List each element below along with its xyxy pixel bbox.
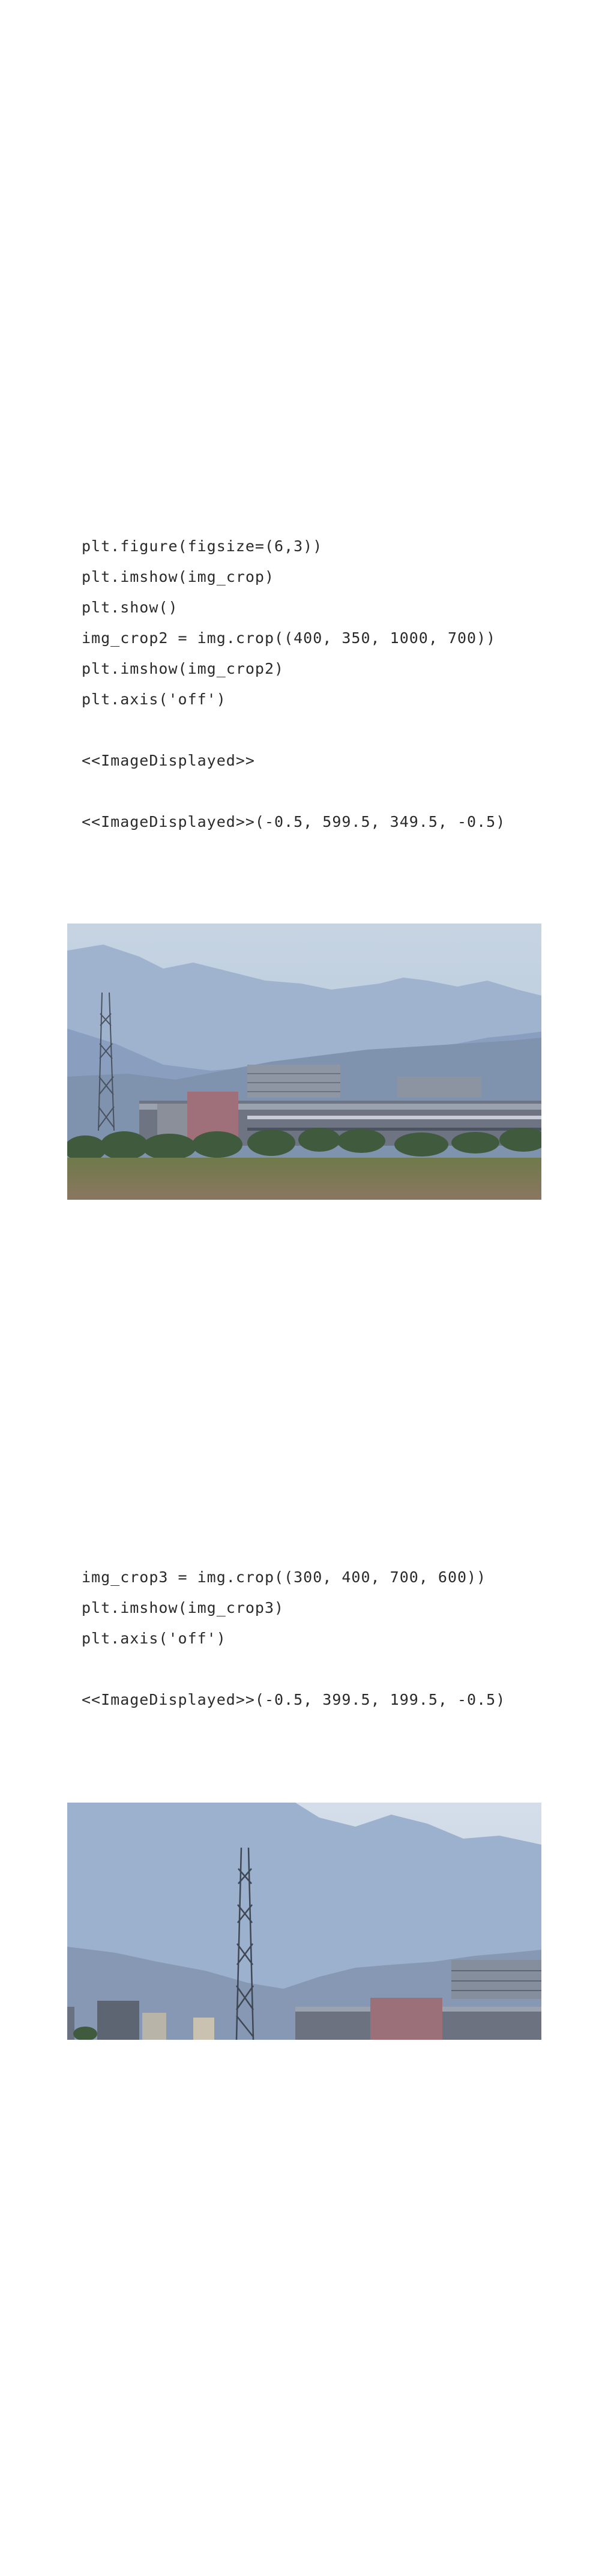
code-cell-2[interactable]: img_crop3 = img.crop((300, 400, 700, 600… (82, 1562, 505, 1715)
cell-output-line: <<ImageDisplayed>>(-0.5, 599.5, 349.5, -… (82, 813, 506, 830)
cell-output-line: <<ImageDisplayed>>(-0.5, 399.5, 199.5, -… (82, 1691, 506, 1708)
code-line: plt.axis('off') (82, 691, 226, 708)
output-image-crop3 (67, 1803, 541, 2040)
output-image-crop2 (67, 924, 541, 1200)
code-line: plt.imshow(img_crop2) (82, 660, 284, 677)
landscape-photo (67, 924, 541, 1200)
code-line: plt.axis('off') (82, 1630, 226, 1647)
code-cell-1[interactable]: plt.figure(figsize=(6,3)) plt.imshow(img… (82, 531, 505, 837)
code-line: img_crop2 = img.crop((400, 350, 1000, 70… (82, 629, 496, 647)
code-line: plt.figure(figsize=(6,3)) (82, 537, 323, 555)
cell-output-line: <<ImageDisplayed>> (82, 752, 255, 769)
landscape-photo (67, 1803, 541, 2040)
code-line: plt.show() (82, 599, 178, 616)
code-line: plt.imshow(img_crop) (82, 568, 275, 585)
notebook-page: { "cell1": { "lines": [ "plt.figure(figs… (0, 0, 605, 2576)
code-line: plt.imshow(img_crop3) (82, 1599, 284, 1616)
code-line: img_crop3 = img.crop((300, 400, 700, 600… (82, 1568, 487, 1586)
